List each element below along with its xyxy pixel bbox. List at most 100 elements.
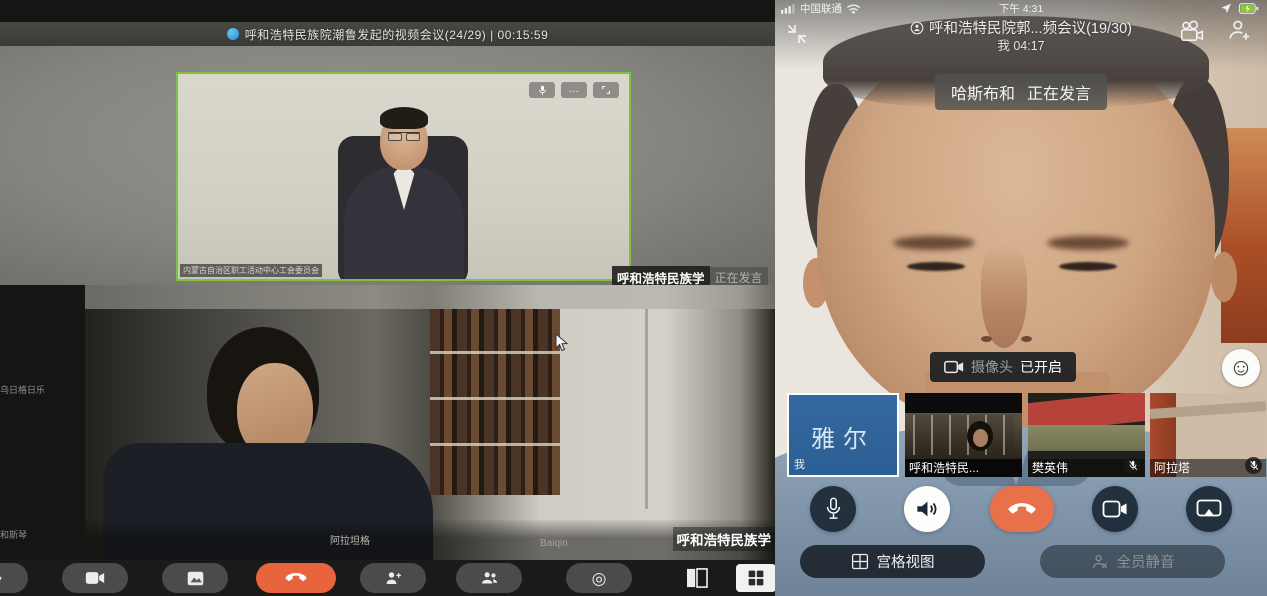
mic-off-icon <box>1249 460 1259 471</box>
thumbnail-self[interactable]: 雅尔 我 <box>787 393 899 477</box>
bottom-video-tile[interactable]: 阿拉坦格 Baiqin 呼和浩特民族学 <box>85 285 775 560</box>
eyebrow <box>893 236 975 250</box>
smiley-icon: ☺ <box>1229 356 1254 380</box>
tile-more-button[interactable]: … <box>561 82 587 98</box>
members-button[interactable] <box>456 563 522 593</box>
meeting-subtitle: 我 04:17 <box>835 35 1207 54</box>
mouse-cursor <box>555 333 568 351</box>
share-screen-button[interactable] <box>162 563 228 593</box>
hang-up-icon <box>285 573 307 583</box>
screen: 呼和浩特民族院潮鲁发起的视频会议(24/29) | 00:15:59 … <box>0 0 1267 596</box>
mic-muted-badge <box>1245 457 1262 474</box>
thumbnail-participant[interactable]: 阿拉塔 <box>1150 393 1266 477</box>
meeting-app-icon <box>227 28 239 40</box>
mic-icon <box>538 85 547 96</box>
room-ceiling <box>85 285 775 309</box>
clock: 下午 4:31 <box>951 1 1091 16</box>
speaker-button[interactable] <box>904 486 950 532</box>
battery-charging-icon <box>1237 2 1261 15</box>
screen-share-icon <box>1196 499 1222 520</box>
thumbnail-participant[interactable]: 呼和浩特民... <box>905 393 1022 477</box>
grid-view-icon <box>851 553 869 570</box>
mic-icon <box>0 569 3 587</box>
participant-hair <box>380 107 428 129</box>
camcorder-icon <box>1179 20 1205 44</box>
add-member-button[interactable] <box>360 563 426 593</box>
thumb-person-face <box>973 429 988 447</box>
tile-controls: … <box>529 82 619 98</box>
camera-button[interactable] <box>1092 486 1138 532</box>
thumbnail-name: 呼和浩特民... <box>905 459 1022 477</box>
camera-status-toast: 摄像头 已开启 <box>930 352 1076 382</box>
people-icon <box>480 570 499 586</box>
grid-view-label: 宫格视图 <box>877 551 935 572</box>
camera-icon <box>85 571 105 585</box>
thumbnail-participant[interactable]: 樊英伟 <box>1028 393 1145 477</box>
record-meeting-button[interactable] <box>1179 20 1205 44</box>
mic-muted-badge <box>1124 457 1141 474</box>
participant-filmstrip[interactable]: 阿拉坦格 Baiqin 呼和浩特民族学 <box>85 520 775 560</box>
nose <box>981 244 1027 348</box>
grid-view-button[interactable]: 宫格视图 <box>800 545 985 578</box>
layout-split-icon <box>686 568 708 588</box>
wifi-icon <box>846 2 861 14</box>
fullscreen-icon <box>601 85 611 95</box>
carrier-label: 中国联通 <box>800 1 842 16</box>
eye <box>907 262 965 271</box>
thumb-grass <box>1028 425 1145 451</box>
mute-all-button[interactable]: 全员静音 <box>1040 545 1225 578</box>
participant-org-label: 内蒙古自治区职工活动中心工会委员会 <box>180 264 322 277</box>
add-member-button[interactable] <box>1227 17 1253 43</box>
status-bar: 中国联通 下午 4:31 <box>775 0 1267 16</box>
screen-share-button[interactable] <box>1186 486 1232 532</box>
video-camera-icon <box>944 360 964 374</box>
signal-icon <box>781 3 796 14</box>
thumbnail-strip: 雅尔 我 呼和浩特民... 樊英伟 阿拉塔 <box>775 393 1267 477</box>
mic-off-icon <box>1128 460 1138 471</box>
exit-fullscreen-icon <box>787 24 807 44</box>
camera-icon <box>1102 500 1128 518</box>
hang-up-icon <box>1008 503 1036 516</box>
add-person-icon <box>1227 17 1253 43</box>
add-person-icon <box>384 569 402 587</box>
meeting-title: 呼和浩特民族院潮鲁发起的视频会议(24/29) | 00:15:59 <box>245 26 549 43</box>
speaking-name: 哈斯布和 <box>951 80 1015 104</box>
edge-participant-label: 乌日格日乐玛 <box>0 383 44 396</box>
bookshelf <box>430 309 560 495</box>
grid-layout-button[interactable] <box>736 564 775 592</box>
mic-button[interactable] <box>0 563 28 593</box>
toast-label: 摄像头 <box>971 357 1013 377</box>
meeting-badge-icon <box>910 21 924 35</box>
layout-toggle[interactable] <box>686 568 708 593</box>
mobile-meeting-app: 中国联通 下午 4:31 呼和浩特民院郭...频会议(19/30) 我 04:1… <box>775 0 1267 596</box>
record-icon: ◎ <box>592 570 607 587</box>
speaking-banner: 哈斯布和 正在发言 <box>935 74 1107 110</box>
hang-up-button[interactable] <box>990 486 1054 532</box>
meeting-toolbar: ◎ <box>0 560 775 596</box>
exit-fullscreen-button[interactable] <box>787 24 809 46</box>
ear <box>1211 252 1237 302</box>
speaker-icon <box>915 498 939 520</box>
me-tag: 我 <box>794 456 805 472</box>
desktop-meeting-app: 呼和浩特民族院潮鲁发起的视频会议(24/29) | 00:15:59 … <box>0 0 775 596</box>
nostril <box>1021 336 1032 342</box>
toast-status: 已开启 <box>1020 357 1062 377</box>
share-screen-icon <box>187 571 204 586</box>
tile-fullscreen-button[interactable] <box>593 82 619 98</box>
edge-participant-label: 和斯琴 <box>0 528 44 541</box>
hang-up-button[interactable] <box>256 563 336 593</box>
record-button[interactable]: ◎ <box>566 563 632 593</box>
wall-edge <box>645 309 648 509</box>
speaking-status: 正在发言 <box>1027 80 1091 104</box>
main-video-tile[interactable]: … 内蒙古自治区职工活动中心工会委员会 <box>176 72 631 281</box>
mic-button[interactable] <box>810 486 856 532</box>
tile-mic-button[interactable] <box>529 82 555 98</box>
location-arrow-icon <box>1220 2 1232 14</box>
thumbnail-name-large: 雅尔 <box>789 419 897 454</box>
filmstrip-name: 阿拉坦格 <box>330 532 370 547</box>
emoji-reaction-button[interactable]: ☺ <box>1222 349 1260 387</box>
participant-glasses <box>388 132 420 141</box>
camera-button[interactable] <box>62 563 128 593</box>
meeting-titlebar: 呼和浩特民族院潮鲁发起的视频会议(24/29) | 00:15:59 <box>0 22 775 46</box>
grid-icon <box>747 569 765 587</box>
